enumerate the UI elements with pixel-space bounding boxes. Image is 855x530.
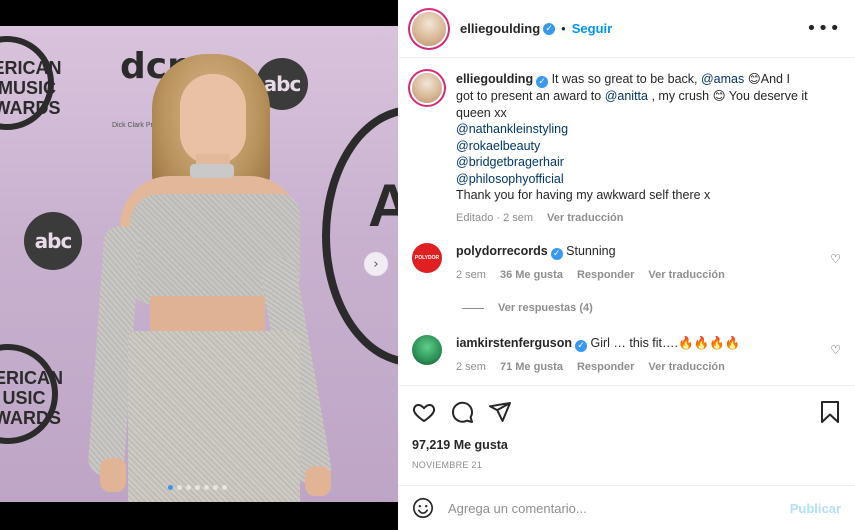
verified-badge-icon: ✓	[575, 340, 588, 352]
follow-button[interactable]: Seguir	[572, 21, 612, 36]
figure-hand-right	[305, 466, 331, 496]
comment-item: iamkirstenferguson ✓ Girl … this fit….🔥🔥🔥…	[412, 335, 816, 376]
figure-choker	[190, 164, 234, 178]
comment-text: Girl … this fit….🔥🔥🔥🔥	[590, 336, 741, 350]
verified-badge-icon: ✓	[536, 76, 549, 88]
emoji-icon[interactable]	[412, 497, 434, 519]
comment-text: Stunning	[566, 244, 616, 258]
translate-link[interactable]: Ver traducción	[648, 267, 724, 284]
reply-button[interactable]: Responder	[577, 267, 634, 284]
verified-badge-icon: ✓	[543, 22, 556, 35]
avatar[interactable]	[412, 11, 446, 46]
mention-link[interactable]: @nathankleinstyling	[456, 122, 568, 136]
figure-skirt	[128, 331, 300, 502]
actions-bar: 97,219 Me gusta NOVIEMBRE 21	[398, 385, 855, 470]
share-icon[interactable]	[488, 400, 512, 424]
post-username[interactable]: elliegoulding	[460, 21, 540, 36]
post-date[interactable]: NOVIEMBRE 21	[412, 460, 841, 470]
comment-input[interactable]: Agrega un comentario...	[448, 501, 790, 516]
comment-heart-icon[interactable]: ♡	[830, 252, 841, 266]
verified-badge-icon: ✓	[550, 248, 563, 260]
carousel-dot	[177, 485, 182, 490]
comment-likes[interactable]: 36 Me gusta	[500, 267, 563, 284]
comment-icon[interactable]	[450, 400, 474, 424]
comment-username[interactable]: iamkirstenferguson	[456, 336, 572, 350]
dcp-logo-sub: Dick Clark Pro	[112, 122, 157, 129]
figure-hand-left	[100, 458, 126, 492]
likes-count[interactable]: 97,219 Me gusta	[412, 438, 841, 452]
avatar[interactable]	[412, 335, 442, 365]
publish-button[interactable]: Publicar	[790, 501, 841, 516]
carousel-dot	[222, 485, 227, 490]
heart-icon[interactable]	[412, 400, 436, 424]
caption-username[interactable]: elliegoulding	[456, 72, 533, 86]
figure-face	[180, 74, 246, 164]
translate-link[interactable]: Ver traducción	[547, 210, 623, 227]
more-icon[interactable]: •••	[806, 18, 841, 39]
ama-big-letter: A	[368, 172, 398, 239]
post-photo: ERICAN MUSIC WARDS dcp Dick Clark Pro ab…	[0, 26, 398, 502]
mention-link[interactable]: @anitta	[605, 89, 648, 103]
chevron-right-icon[interactable]: ›	[364, 252, 388, 276]
caption-edited: Editado · 2 sem	[456, 211, 534, 224]
comments-area: elliegoulding ✓ It was so great to be bac…	[398, 59, 855, 384]
mention-link[interactable]: @amas	[701, 72, 744, 86]
carousel-dot	[168, 485, 173, 490]
abc-logo-mid: abc	[24, 212, 82, 270]
header-separator: •	[561, 21, 566, 36]
replies-line	[462, 307, 484, 309]
carousel-dot	[195, 485, 200, 490]
avatar[interactable]: POLYDOR	[412, 243, 442, 273]
smile-emoji-icon: 😊	[712, 88, 726, 103]
ama-logo-text-top: ERICAN MUSIC WARDS	[0, 58, 62, 118]
comment-heart-icon[interactable]: ♡	[830, 343, 841, 357]
post-header: elliegoulding ✓ • Seguir •••	[398, 0, 855, 58]
mention-link[interactable]: @rokaelbeauty	[456, 139, 540, 153]
mention-link[interactable]: @bridgetbragerhair	[456, 155, 564, 169]
carousel-dot	[186, 485, 191, 490]
caption-text-5: Thank you for having my awkward self the…	[456, 188, 711, 202]
comment-item: POLYDOR polydorrecords ✓ Stunning 2 sem 3…	[412, 243, 816, 284]
comment-time[interactable]: 2 sem	[456, 359, 486, 376]
mention-link[interactable]: @philosophyofficial	[456, 172, 564, 186]
avatar[interactable]	[412, 73, 442, 103]
post-panel: elliegoulding ✓ • Seguir ••• elliegouldi…	[398, 0, 855, 530]
caption: elliegoulding ✓ It was so great to be bac…	[412, 71, 808, 226]
ama-logo-text-bottom: ERICAN USIC WARDS	[0, 368, 64, 428]
bookmark-icon[interactable]	[819, 400, 841, 424]
comment-time[interactable]: 2 sem	[456, 267, 486, 284]
carousel-dots	[168, 485, 227, 490]
post-media: ERICAN MUSIC WARDS dcp Dick Clark Pro ab…	[0, 0, 398, 530]
caption-text-1: It was so great to be back,	[551, 72, 701, 86]
add-comment-bar: Agrega un comentario... Publicar	[398, 485, 855, 530]
carousel-dot	[213, 485, 218, 490]
carousel-dot	[204, 485, 209, 490]
view-replies-button[interactable]: Ver respuestas (4)	[462, 302, 593, 314]
smile-emoji-icon: 😊	[747, 71, 761, 86]
caption-text-3: , my crush	[648, 89, 713, 103]
reply-button[interactable]: Responder	[577, 359, 634, 376]
comment-likes[interactable]: 71 Me gusta	[500, 359, 563, 376]
comment-username[interactable]: polydorrecords	[456, 244, 548, 258]
translate-link[interactable]: Ver traducción	[648, 359, 724, 376]
view-replies-label[interactable]: Ver respuestas (4)	[498, 302, 593, 314]
